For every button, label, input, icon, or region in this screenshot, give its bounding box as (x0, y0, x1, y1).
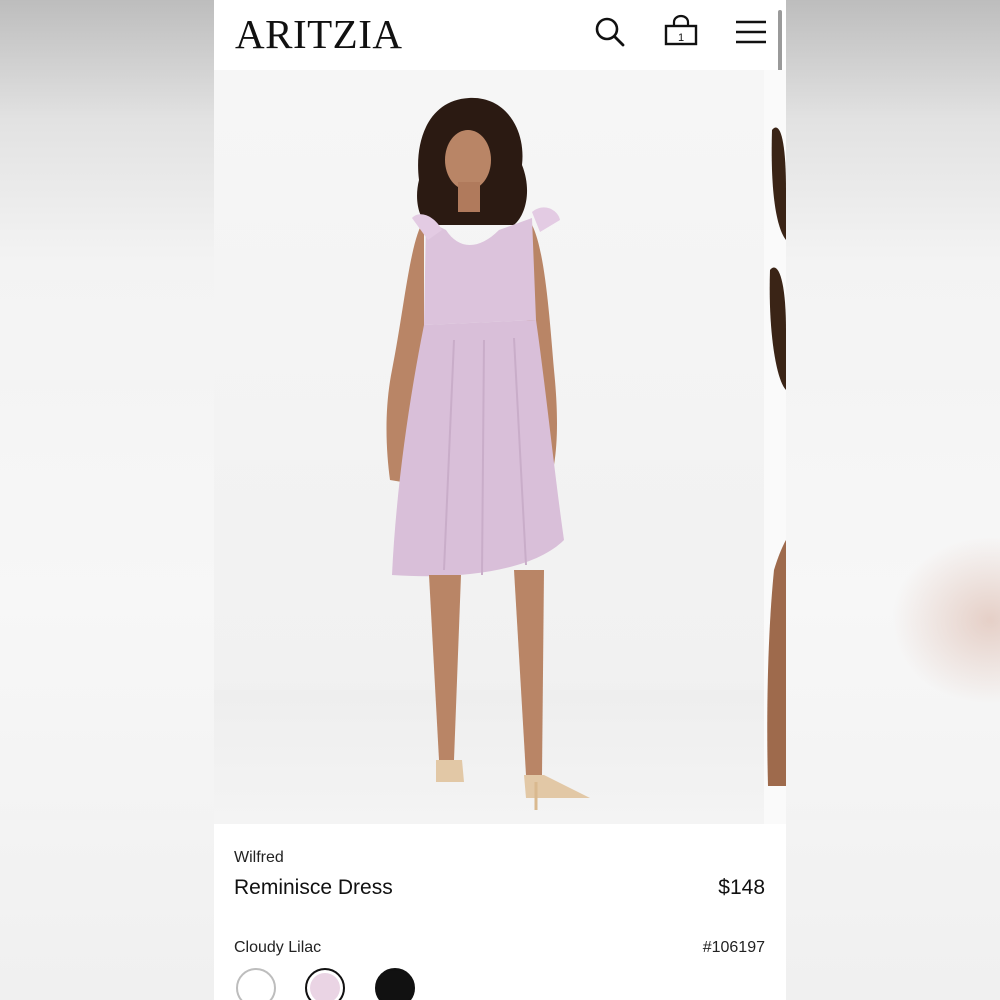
swatch-black[interactable] (375, 968, 415, 1000)
product-price: $148 (718, 876, 765, 899)
next-image-preview[interactable] (764, 70, 786, 824)
product-brand[interactable]: Wilfred (234, 849, 284, 867)
model-photo (386, 97, 590, 810)
search-icon[interactable] (592, 14, 628, 50)
aritzia-logo[interactable]: ARITZIA (235, 10, 402, 58)
product-sku: #106197 (702, 939, 765, 956)
hamburger-menu-icon[interactable] (733, 14, 769, 50)
product-image-gallery[interactable] (214, 70, 764, 824)
selected-color-name: Cloudy Lilac (234, 939, 322, 956)
shopping-bag-icon[interactable]: 1 (663, 14, 699, 50)
product-name: Reminisce Dress (234, 876, 393, 899)
next-image-thumb (767, 127, 786, 786)
product-info: Wilfred Reminisce Dress $148 Cloudy Lila… (214, 824, 786, 1000)
cart-count: 1 (678, 32, 684, 44)
swatch-cloudy-lilac[interactable] (305, 968, 345, 1000)
product-page: ARITZIA 1 Wilfred Reminisce Dress $148 C… (214, 0, 786, 1000)
swatch-white[interactable] (236, 968, 276, 1000)
site-header: ARITZIA 1 (214, 0, 786, 70)
